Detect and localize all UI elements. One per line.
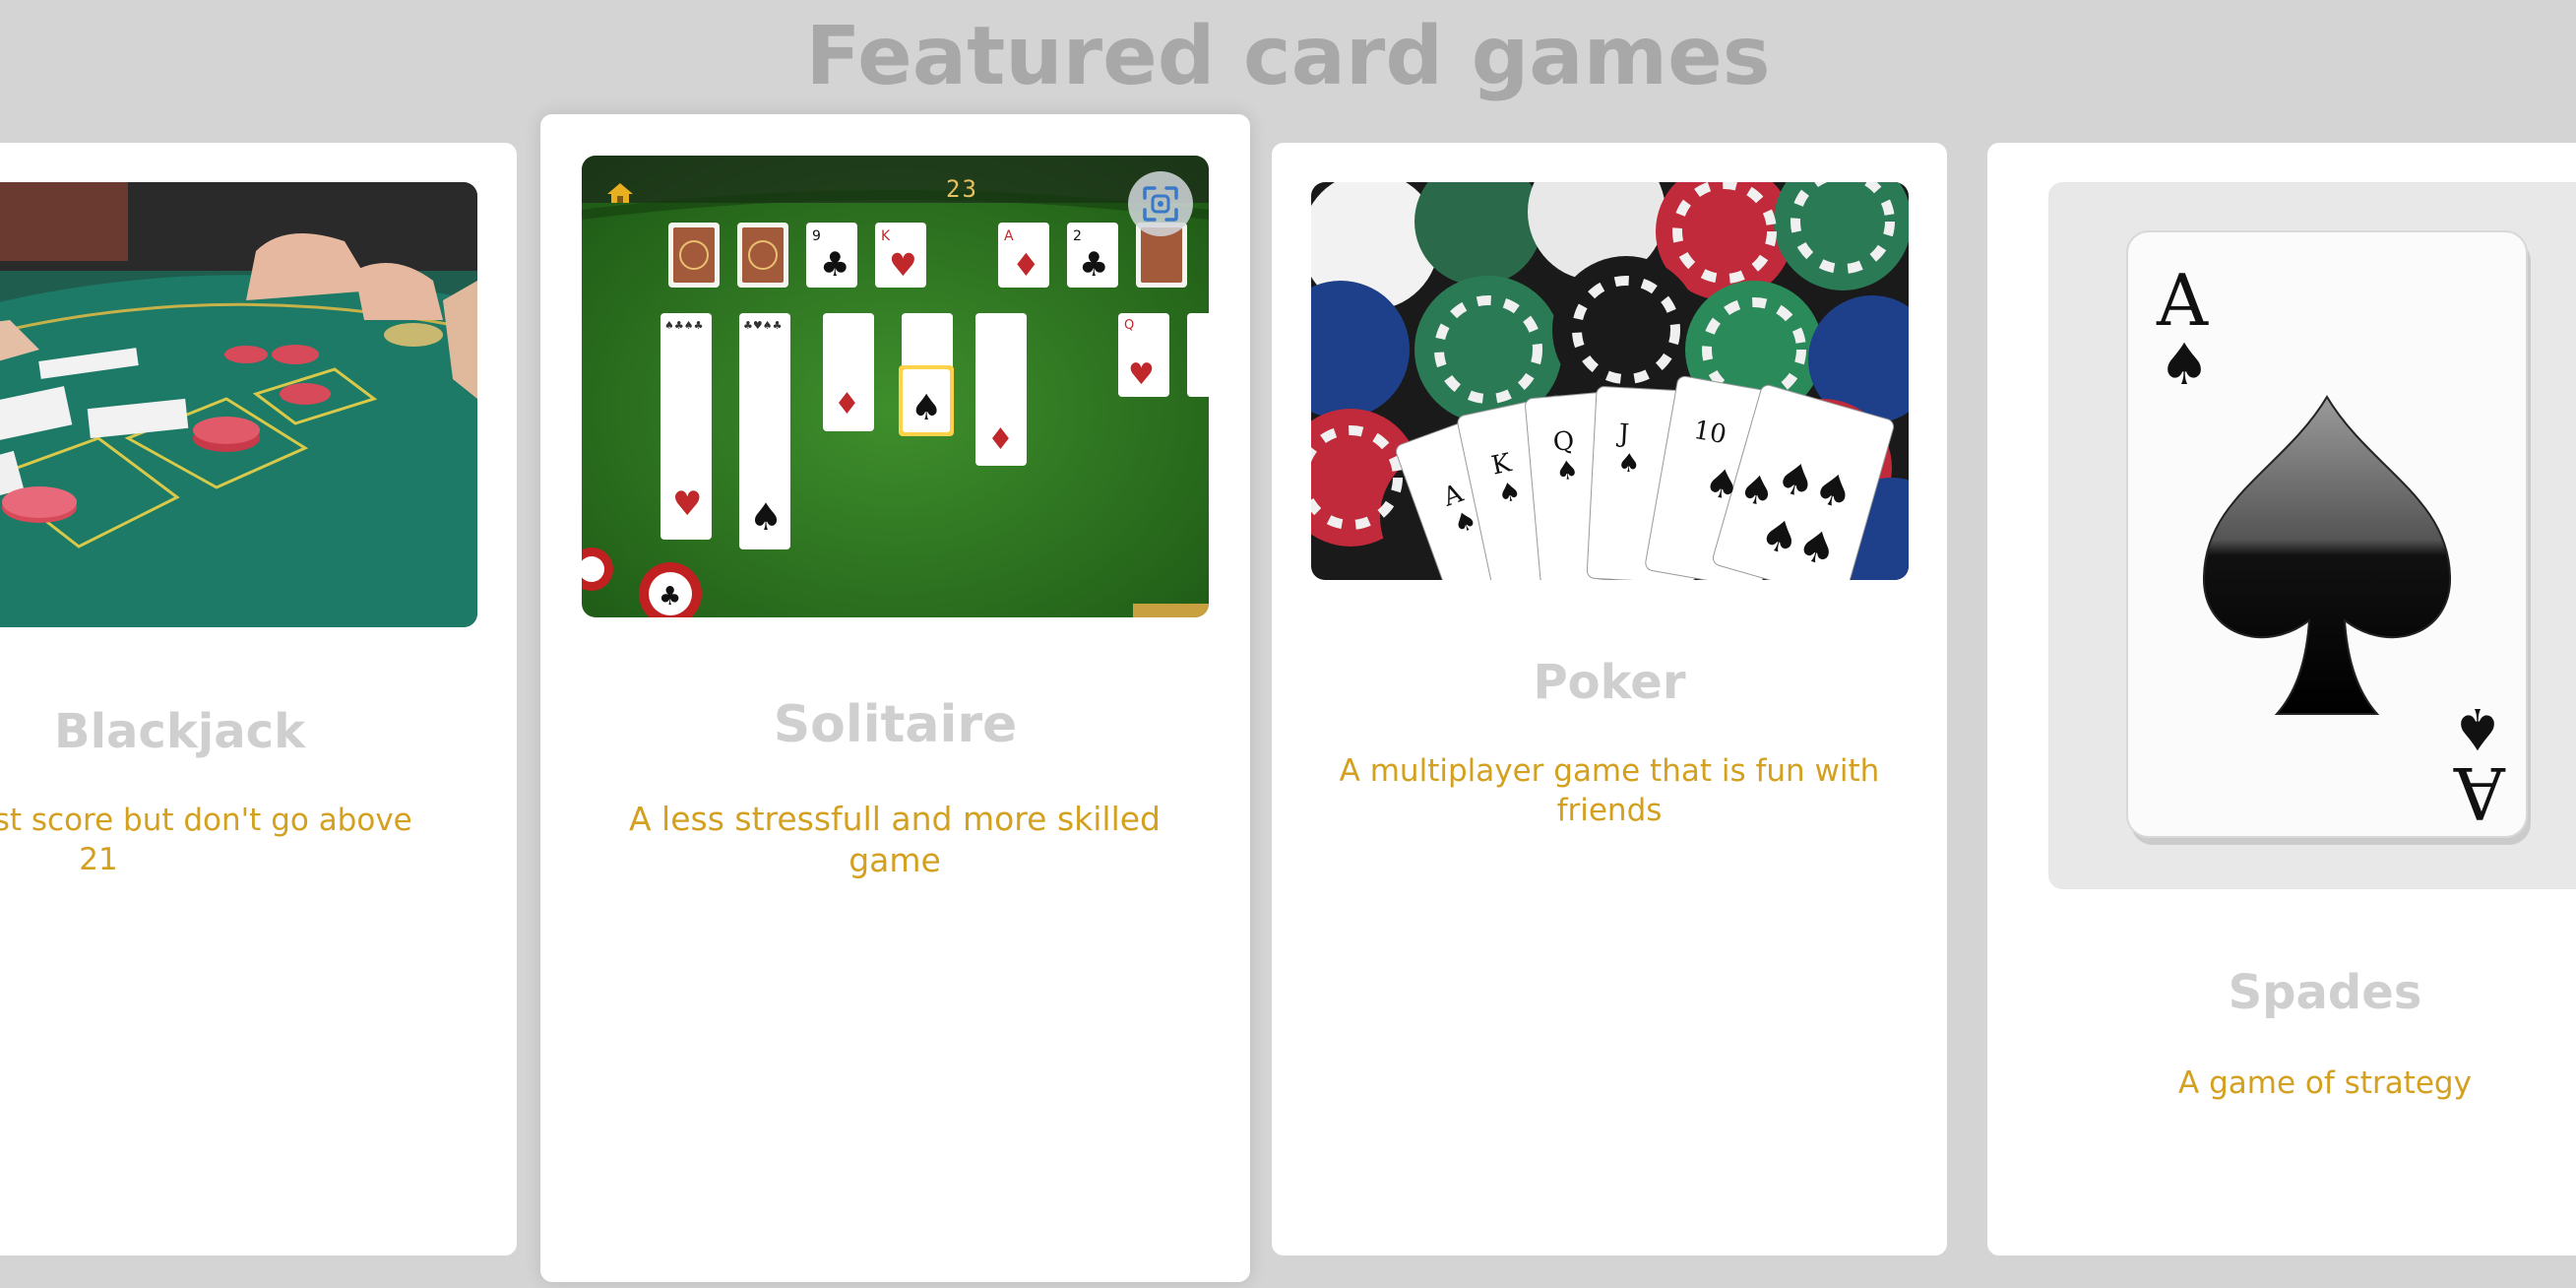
card-title-solitaire: Solitaire [773,695,1018,754]
game-card-solitaire[interactable]: 9 ♣ K ♥ A ♦ 2 ♣ ♥ ♠♣♠♣ ♠ ♣♥♠♣ ♦ ♠ ♦ Q ♥ … [540,114,1250,1282]
home-icon[interactable] [605,181,635,205]
spades-image: A ♠ A ♠ [2048,182,2576,889]
score-display: 23 [946,175,978,203]
svg-text:♦: ♦ [1012,246,1040,284]
svg-text:♥: ♥ [1128,357,1155,392]
svg-text:♦: ♦ [987,422,1014,457]
poker-image: A ♠ K ♠ Q ♠ J ♠ 10 ♠♠ ♠♠ ♠♠ [1311,182,1909,580]
svg-text:A: A [1004,228,1014,244]
svg-text:♣: ♣ [659,582,681,612]
svg-text:A: A [2453,751,2506,834]
svg-text:♠: ♠ [911,388,942,428]
svg-text:♠: ♠ [2159,331,2210,398]
svg-text:♥: ♥ [672,484,702,524]
game-card-spades[interactable]: A ♠ A ♠ Spades A game of strategy [1987,143,2576,1256]
blackjack-image [0,182,477,627]
svg-text:♣♥♠♣: ♣♥♠♣ [743,319,782,332]
svg-text:♣: ♣ [1079,245,1108,285]
card-description-solitaire: A less stressfull and more skilled game [628,800,1162,879]
svg-text:K: K [881,228,891,244]
solitaire-image: 9 ♣ K ♥ A ♦ 2 ♣ ♥ ♠♣♠♣ ♠ ♣♥♠♣ ♦ ♠ ♦ Q ♥ … [582,156,1209,617]
svg-text:2: 2 [1073,228,1082,244]
svg-text:♠♣♠♣: ♠♣♠♣ [664,319,703,332]
page-title: Featured card games [805,10,1771,103]
card-title-poker: Poker [1533,655,1686,710]
svg-text:♠: ♠ [2452,695,2503,762]
featured-games-page: Featured card games Blackjack st score b… [0,0,2576,1288]
card-description-spades: A game of strategy [2178,1065,2472,1101]
svg-text:10: 10 [1691,416,1728,450]
svg-text:9: 9 [812,228,821,244]
card-description-poker: A multiplayer game that is fun with frie… [1339,753,1880,828]
svg-text:A: A [2156,259,2209,342]
svg-text:♥: ♥ [889,246,917,284]
svg-text:♣: ♣ [820,245,849,285]
svg-text:♠: ♠ [749,495,783,539]
svg-text:♠: ♠ [1554,456,1580,487]
focus-icon [1141,184,1180,224]
card-title-spades: Spades [2228,965,2422,1020]
svg-text:Q: Q [1552,426,1576,458]
svg-text:Q: Q [1124,318,1134,333]
card-title-blackjack: Blackjack [53,704,306,759]
svg-text:♠: ♠ [1616,448,1641,479]
game-card-blackjack[interactable]: Blackjack Get the highest score but don'… [0,143,517,1256]
focus-button[interactable] [1128,171,1193,236]
game-card-poker[interactable]: A ♠ K ♠ Q ♠ J ♠ 10 ♠♠ ♠♠ ♠♠ Poker A mult… [1272,143,1947,1256]
svg-text:♦: ♦ [834,387,860,421]
card-description-blackjack: Get the highest score but don't go above… [0,803,412,877]
